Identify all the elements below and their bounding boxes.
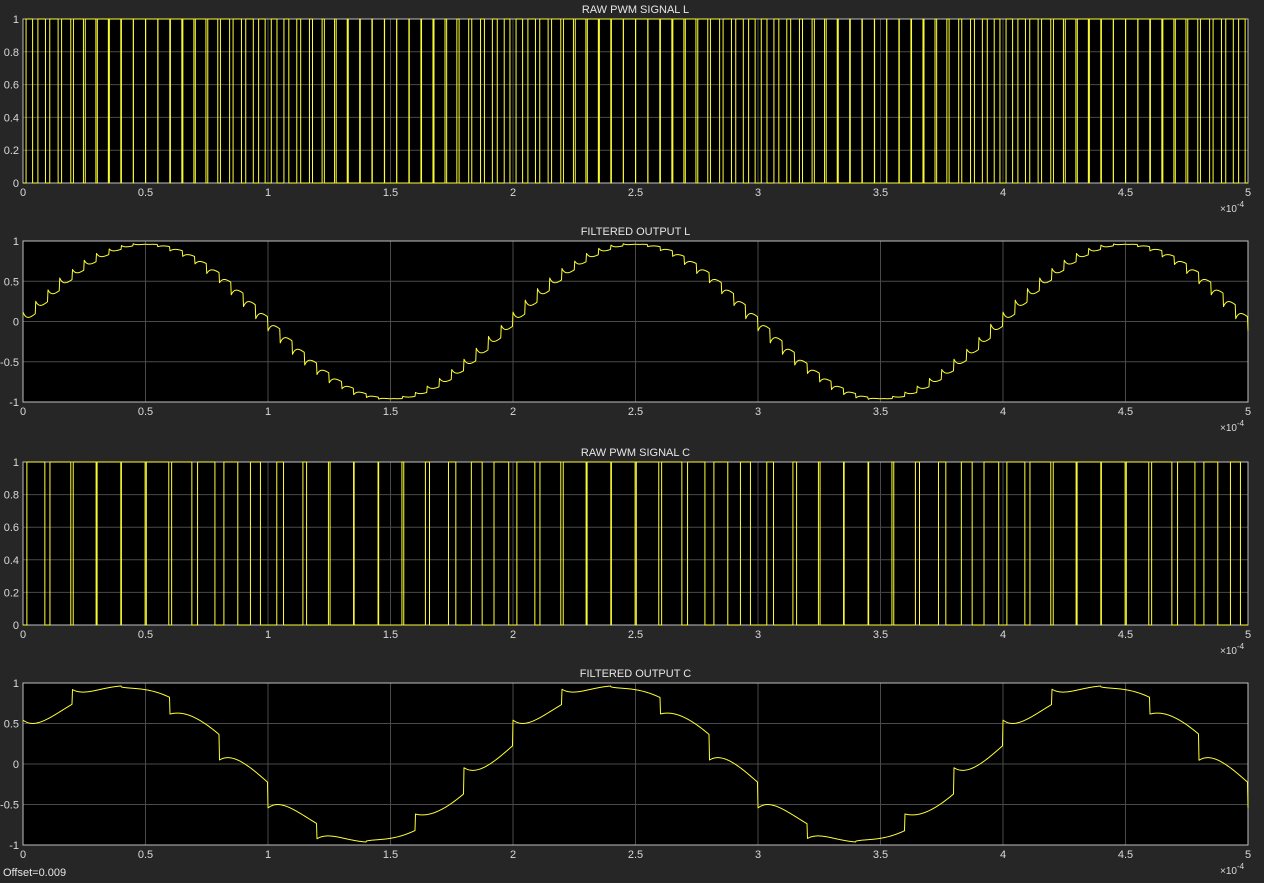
x-tick-label: 5: [1245, 629, 1251, 641]
offset-status: Offset=0.009: [3, 867, 67, 879]
y-tick-label: -1: [9, 397, 19, 409]
x-tick-label: 0.5: [138, 849, 153, 861]
x-tick-label: 2: [510, 849, 516, 861]
x-axis-multiplier: ×10-4: [1220, 419, 1245, 434]
x-tick-label: 4.5: [1118, 406, 1133, 418]
x-tick-label: 4.5: [1118, 629, 1133, 641]
x-axis-multiplier: ×10-4: [1220, 642, 1245, 657]
x-tick-label: 5: [1245, 187, 1251, 199]
y-tick-label: 0: [13, 759, 19, 771]
x-tick-label: 3: [755, 406, 761, 418]
y-tick-label: 0.8: [4, 490, 19, 502]
y-tick-label: 0.6: [4, 522, 19, 534]
y-tick-label: 0.4: [4, 112, 19, 124]
plot-title: RAW PWM SIGNAL L: [582, 4, 689, 16]
x-tick-label: 5: [1245, 406, 1251, 418]
y-tick-label: -0.5: [0, 357, 19, 369]
y-tick-label: 1: [13, 236, 19, 248]
x-tick-label: 0: [20, 187, 26, 199]
x-tick-label: 1: [265, 406, 271, 418]
y-tick-label: 1: [13, 457, 19, 469]
y-tick-label: -1: [9, 840, 19, 852]
x-tick-label: 4.5: [1118, 849, 1133, 861]
x-tick-label: 0: [20, 629, 26, 641]
y-tick-label: 0.5: [4, 719, 19, 731]
x-tick-label: 5: [1245, 849, 1251, 861]
plot-title: FILTERED OUTPUT L: [581, 226, 691, 238]
x-tick-label: 0.5: [138, 406, 153, 418]
x-tick-label: 0.5: [138, 187, 153, 199]
x-tick-label: 4: [1000, 406, 1006, 418]
y-tick-label: 1: [13, 678, 19, 690]
x-tick-label: 1: [265, 187, 271, 199]
x-tick-label: 0: [20, 849, 26, 861]
x-axis-multiplier: ×10-4: [1220, 862, 1245, 877]
x-tick-label: 2: [510, 629, 516, 641]
x-axis-multiplier: ×10-4: [1220, 200, 1245, 215]
plot-title: RAW PWM SIGNAL C: [581, 447, 690, 459]
x-tick-label: 3.5: [873, 187, 888, 199]
scope-panel-4: 0 0.5 1 1.5 2 2.5 3 3.5 4 4.5 5 -1 -0.5 0 0.5 1 FILTERED…: [0, 668, 1251, 877]
scope-panel-3: 0 0.5 1 1.5 2 2.5 3 3.5 4 4.5 5 0 0.2 0.4 0.6 0.8 1 RAW P…: [4, 447, 1251, 657]
x-tick-label: 2: [510, 187, 516, 199]
x-tick-label: 1: [265, 629, 271, 641]
x-tick-label: 1.5: [383, 187, 398, 199]
x-tick-label: 2.5: [628, 406, 643, 418]
y-tick-label: 1: [13, 14, 19, 26]
scope-plots: 0 0.5 1 1.5 2 2.5 3 3.5 4 4.5 5 0 0.2 0.4 0.6 0.8 1 RAW P…: [0, 4, 1251, 877]
scope-panel-2: 0 0.5 1 1.5 2 2.5 3 3.5 4 4.5 5 -1 -0.5 0 0.5 1 FILTERED…: [0, 226, 1251, 434]
plot-title: FILTERED OUTPUT C: [580, 668, 691, 680]
y-tick-label: 0.6: [4, 80, 19, 92]
y-tick-label: 0: [13, 317, 19, 329]
y-tick-label: 0: [13, 178, 19, 190]
scope-window: 0 0.5 1 1.5 2 2.5 3 3.5 4 4.5 5 0 0.2 0.4 0.6 0.8 1 RAW P…: [0, 0, 1264, 883]
x-tick-label: 0: [20, 406, 26, 418]
x-tick-label: 4: [1000, 187, 1006, 199]
x-tick-label: 4: [1000, 629, 1006, 641]
x-tick-label: 3.5: [873, 849, 888, 861]
x-tick-label: 0.5: [138, 629, 153, 641]
y-tick-label: 0: [13, 620, 19, 632]
y-tick-label: 0.2: [4, 587, 19, 599]
x-tick-label: 3: [755, 629, 761, 641]
y-tick-label: 0.8: [4, 47, 19, 59]
y-tick-label: 0.2: [4, 145, 19, 157]
x-tick-label: 3: [755, 849, 761, 861]
y-tick-label: 0.5: [4, 276, 19, 288]
x-tick-label: 1.5: [383, 406, 398, 418]
x-tick-label: 3.5: [873, 629, 888, 641]
x-tick-label: 2: [510, 406, 516, 418]
x-tick-label: 1.5: [383, 849, 398, 861]
x-tick-label: 4: [1000, 849, 1006, 861]
x-tick-label: 2.5: [628, 629, 643, 641]
x-tick-label: 3.5: [873, 406, 888, 418]
x-tick-label: 4.5: [1118, 187, 1133, 199]
scope-panel-1: 0 0.5 1 1.5 2 2.5 3 3.5 4 4.5 5 0 0.2 0.4 0.6 0.8 1 RAW P…: [4, 4, 1251, 215]
y-tick-label: -0.5: [0, 800, 19, 812]
x-tick-label: 1: [265, 849, 271, 861]
x-tick-label: 2.5: [628, 849, 643, 861]
x-tick-label: 1.5: [383, 629, 398, 641]
x-tick-label: 2.5: [628, 187, 643, 199]
x-tick-label: 3: [755, 187, 761, 199]
y-tick-label: 0.4: [4, 555, 19, 567]
